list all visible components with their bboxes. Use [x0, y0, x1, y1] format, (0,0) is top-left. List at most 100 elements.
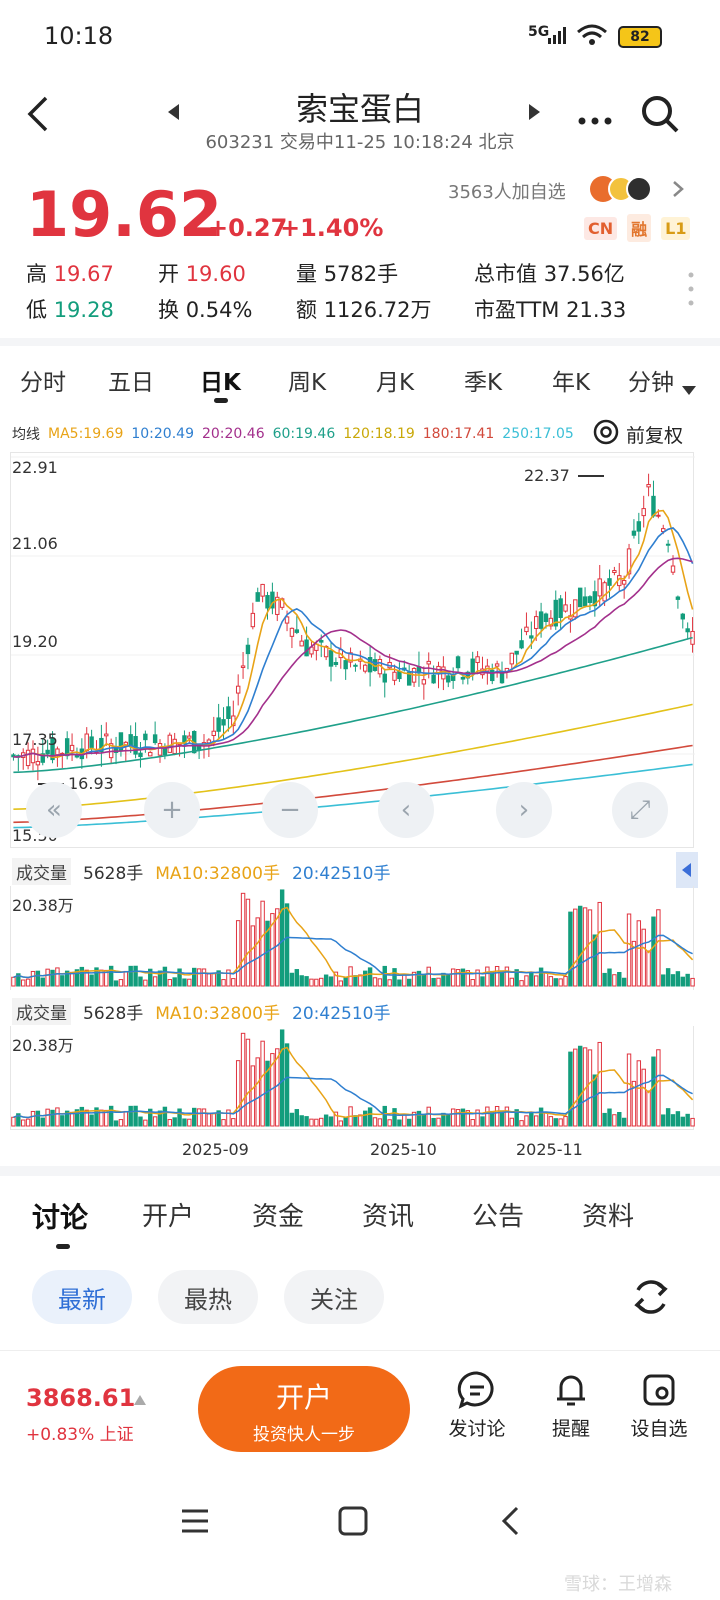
adjust-toggle[interactable]: 前复权 [592, 418, 683, 450]
ma180-line [13, 744, 693, 824]
price-axis-tick: 19.20 [12, 632, 58, 651]
ma10-value: 10:20.49 [131, 426, 194, 442]
candle-body [55, 748, 60, 756]
volume-bar [255, 1057, 260, 1127]
tab-yearly-k[interactable]: 年K [552, 363, 590, 397]
filter-hot[interactable]: 最热 [158, 1270, 258, 1324]
volume-bar [192, 1107, 197, 1127]
volume-bar [245, 1038, 251, 1127]
zoom-in-icon[interactable]: + [144, 782, 200, 838]
volume-bar [558, 1118, 563, 1127]
volume-bar [152, 976, 158, 987]
candle-body [260, 583, 265, 597]
tab-discussion[interactable]: 讨论 [32, 1196, 88, 1236]
tab-profile[interactable]: 资料 [582, 1196, 634, 1233]
menu-nav-icon[interactable] [180, 1508, 210, 1538]
volume-bar [553, 978, 558, 987]
candle-body [514, 650, 519, 655]
stat-value: 1126.72万 [323, 298, 432, 322]
ma-legend-label: 均线 [12, 427, 40, 443]
candle-body [680, 613, 685, 620]
chevron-right-icon[interactable] [672, 180, 684, 202]
index-value[interactable]: 3868.61 [26, 1384, 135, 1412]
volume-bar [543, 971, 549, 987]
follower-avatars[interactable] [590, 174, 660, 204]
volume-bar [363, 1110, 368, 1127]
tab-minute[interactable]: 分钟 [628, 363, 674, 397]
volume-bar [592, 934, 598, 987]
tab-open-account[interactable]: 开户 [142, 1196, 194, 1233]
fullscreen-icon[interactable]: ⤢ [612, 782, 668, 838]
scroll-right-icon[interactable]: › [496, 782, 552, 838]
volume-bar [387, 979, 392, 987]
volume-bar [665, 1108, 671, 1127]
volume-bar [563, 1116, 568, 1127]
tab-funds[interactable]: 资金 [252, 1196, 304, 1233]
index-change[interactable]: +0.83% 上证 [26, 1420, 134, 1445]
tab-news[interactable]: 资讯 [362, 1196, 414, 1233]
volume-bar [192, 967, 197, 987]
period-tabs: 分时 五日 日K 周K 月K 季K 年K 分钟 [0, 358, 720, 402]
volume-bar [133, 965, 138, 987]
status-bar: 10:18 5G 82 [0, 0, 720, 72]
scroll-left-icon[interactable]: ‹ [378, 782, 434, 838]
volume-bar [353, 975, 358, 987]
open-account-cta[interactable]: 开户 投资快人一步 [198, 1366, 410, 1452]
home-nav-icon[interactable] [338, 1506, 368, 1540]
next-stock-icon[interactable] [528, 104, 540, 124]
stats-more-icon[interactable] [688, 272, 694, 310]
caret-down-icon[interactable] [682, 376, 696, 402]
filter-following[interactable]: 关注 [284, 1270, 384, 1324]
post-discussion-button[interactable]: 发讨论 [440, 1370, 514, 1441]
tab-intraday[interactable]: 分时 [20, 363, 66, 397]
stats-grid: 高 19.67 开 19.60 量 5782手 总市值 37.56亿 低 19.… [26, 258, 646, 328]
volume-bar [319, 977, 324, 987]
refresh-icon[interactable] [630, 1276, 672, 1322]
volume-bar [553, 1118, 558, 1127]
volume-bar [50, 1109, 55, 1127]
zoom-out-icon[interactable]: − [262, 782, 318, 838]
followers-count[interactable]: 3563人加自选 [448, 178, 566, 204]
filter-latest[interactable]: 最新 [32, 1270, 132, 1324]
volume-bar [382, 1105, 387, 1127]
action-label: 发讨论 [448, 1418, 506, 1440]
volume-bar [592, 1074, 598, 1127]
candle-body [240, 665, 246, 668]
high-annotation: 22.37 [524, 466, 570, 485]
volume-bar [177, 968, 182, 987]
volume-bar [529, 971, 534, 987]
volume-bar [40, 1117, 45, 1127]
volume-bar [240, 1032, 246, 1127]
volume-bar [353, 1115, 358, 1127]
volume-bar [128, 1105, 133, 1127]
collapse-panel-icon[interactable] [676, 852, 698, 888]
tab-announcements[interactable]: 公告 [472, 1196, 524, 1233]
volume-bar [597, 1041, 602, 1127]
volume-bar [221, 1119, 226, 1127]
settings-icon [592, 418, 620, 450]
divider [0, 1166, 720, 1176]
search-icon[interactable] [640, 94, 680, 138]
more-icon[interactable] [578, 110, 612, 129]
page-title: 索宝蛋白 [295, 90, 424, 128]
volume-bar [680, 1116, 685, 1127]
rewind-icon[interactable]: « [26, 782, 82, 838]
volume-bar [182, 978, 187, 987]
volume-bar [89, 1114, 94, 1127]
volume-bar [670, 1114, 676, 1127]
low-annotation: 16.93 [68, 774, 114, 793]
cta-subtitle: 投资快人一步 [253, 1425, 355, 1445]
volume-bar [211, 1112, 216, 1127]
tab-five-day[interactable]: 五日 [108, 363, 154, 397]
tab-daily-k[interactable]: 日K [200, 363, 241, 397]
volume-bar [30, 970, 36, 987]
back-nav-icon[interactable] [500, 1506, 520, 1540]
volume-bar [602, 972, 607, 987]
volume-bar [343, 977, 348, 987]
volume-bar [138, 976, 143, 987]
tab-quarterly-k[interactable]: 季K [464, 363, 502, 397]
alert-button[interactable]: 提醒 [534, 1370, 608, 1441]
tab-monthly-k[interactable]: 月K [376, 363, 414, 397]
add-watchlist-button[interactable]: 设自选 [622, 1370, 696, 1441]
tab-weekly-k[interactable]: 周K [288, 363, 326, 397]
